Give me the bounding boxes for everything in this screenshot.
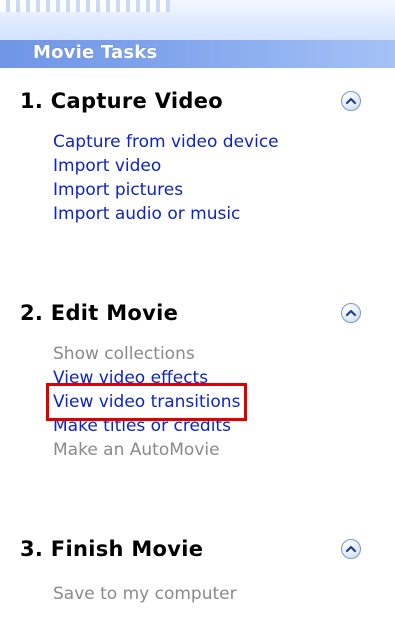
task-import-video[interactable]: Import video <box>53 154 279 178</box>
section-capture-video: 1. Capture Video Capture from video devi… <box>0 84 395 284</box>
task-import-pictures[interactable]: Import pictures <box>53 178 279 202</box>
section-header[interactable]: 1. Capture Video <box>20 84 365 118</box>
section-finish-movie: 3. Finish Movie Save to my computer <box>0 532 395 620</box>
chevron-up-icon[interactable] <box>341 91 361 111</box>
task-view-video-effects[interactable]: View video effects <box>53 366 240 390</box>
task-show-collections: Show collections <box>53 344 195 364</box>
header-dotted-pattern <box>0 0 170 12</box>
task-save-to-my-computer: Save to my computer <box>53 584 237 604</box>
section-title: 3. Finish Movie <box>20 537 204 561</box>
section-title: 2. Edit Movie <box>20 301 179 325</box>
movie-tasks-panel: Movie Tasks 1. Capture Video Capture fro… <box>0 0 395 620</box>
chevron-up-icon[interactable] <box>341 303 361 323</box>
task-list: Show collections View video effects View… <box>45 342 248 462</box>
section-title: 1. Capture Video <box>20 89 223 113</box>
section-header[interactable]: 3. Finish Movie <box>20 532 365 566</box>
panel-title: Movie Tasks <box>33 42 158 63</box>
task-pane-header: Movie Tasks <box>0 0 395 68</box>
task-make-an-automovie: Make an AutoMovie <box>53 440 220 460</box>
chevron-up-icon[interactable] <box>341 539 361 559</box>
task-list: Save to my computer <box>53 582 237 606</box>
task-import-audio-or-music[interactable]: Import audio or music <box>53 202 279 226</box>
task-view-video-transitions[interactable]: View video transitions <box>45 383 248 421</box>
task-capture-from-video-device[interactable]: Capture from video device <box>53 130 279 154</box>
section-header[interactable]: 2. Edit Movie <box>20 296 365 330</box>
task-make-titles-or-credits[interactable]: Make titles or credits <box>53 414 240 438</box>
task-list: Capture from video device Import video I… <box>53 130 279 226</box>
section-edit-movie: 2. Edit Movie Show collections View vide… <box>0 296 395 526</box>
